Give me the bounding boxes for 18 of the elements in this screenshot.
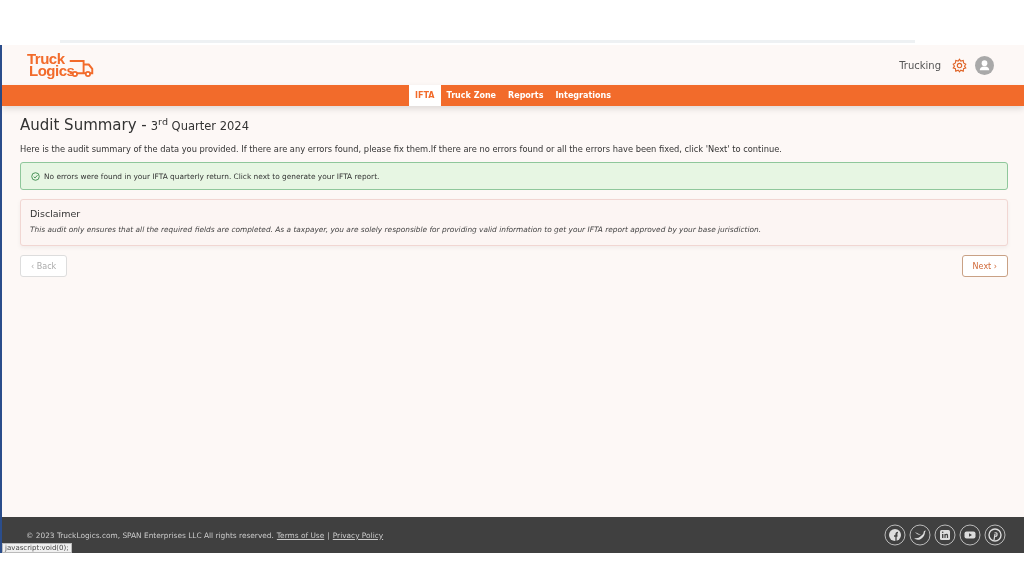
settings-icon[interactable] [952,57,967,73]
play-icon[interactable] [959,524,981,546]
next-button[interactable]: Next › [961,255,1008,277]
disclaimer-title: Disclaimer [30,208,82,219]
linkedin-icon[interactable] [934,524,956,546]
page-title: Audit Summary - [20,116,147,134]
intro-text: Here is the audit summary of the data you provided. If there are any errors found, please fix them.If there are no errors found or all the errors have been fixed, click 'Next' to continue. [20,144,783,154]
nav-tab[interactable]: Integrations [549,85,617,106]
facebook-icon[interactable] [884,524,906,546]
back-button[interactable]: ‹ Back [20,255,68,277]
account-name[interactable]: Trucking [899,59,941,71]
nav-tab[interactable]: Reports [502,85,550,106]
logo[interactable]: Truck Logics [27,51,95,79]
pinterest-icon[interactable] [984,524,1006,546]
check-circle-icon [31,171,40,181]
nav-tab[interactable]: IFTA [409,85,441,106]
nav-tab[interactable]: Truck Zone [440,85,503,106]
quarter-label: 3$^{rd}$ Quarter 2024 [150,116,249,133]
